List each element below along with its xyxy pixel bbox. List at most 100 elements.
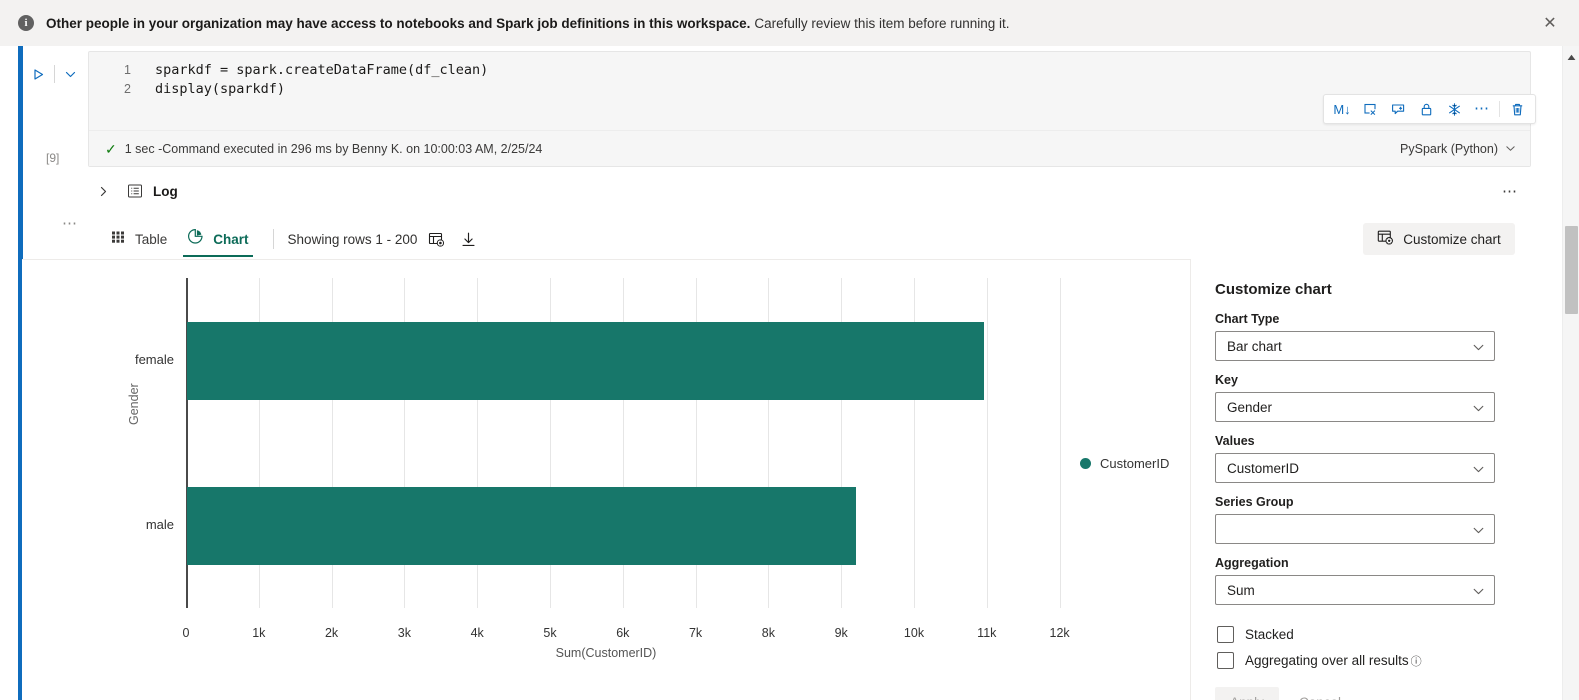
- inspect-table-icon[interactable]: [423, 227, 449, 251]
- output-tabs: Table Chart Showing rows 1 - 200: [100, 221, 481, 257]
- cell-toolbar: M↓ ⋯: [1323, 94, 1536, 124]
- values-select[interactable]: CustomerID: [1215, 453, 1495, 483]
- freeze-icon[interactable]: [1441, 97, 1467, 121]
- banner-primary-text: Other people in your organization may ha…: [46, 15, 751, 31]
- values-value: CustomerID: [1227, 460, 1300, 476]
- legend-color-swatch: [1080, 458, 1091, 469]
- kernel-selector[interactable]: PySpark (Python): [1400, 142, 1516, 156]
- x-axis-tick-label: 2k: [324, 626, 339, 640]
- x-axis-tick-label: 8k: [761, 626, 775, 640]
- y-axis-title: Gender: [127, 383, 141, 425]
- y-axis-tick-label: male: [145, 516, 174, 532]
- aggregating-all-checkbox-row[interactable]: Aggregating over all results ⓘ: [1217, 652, 1517, 669]
- values-label: Values: [1215, 434, 1255, 448]
- chart-type-label: Chart Type: [1215, 312, 1280, 326]
- convert-to-markdown-icon[interactable]: M↓: [1329, 97, 1355, 121]
- line-text: display(sparkdf): [155, 80, 286, 97]
- x-axis-tick-label: 3k: [397, 626, 411, 640]
- x-axis-tick-label: 12k: [1049, 626, 1070, 640]
- notebook-output-screen: i Other people in your organization may …: [0, 0, 1579, 700]
- success-check-icon: ✓: [105, 140, 117, 157]
- tab-chart[interactable]: Chart: [177, 221, 258, 257]
- tab-table[interactable]: Table: [100, 221, 177, 257]
- panel-actions: Apply Cancel: [1215, 687, 1517, 700]
- add-comment-icon[interactable]: [1385, 97, 1411, 121]
- x-axis-tick-label: 11k: [977, 626, 997, 640]
- download-icon[interactable]: [455, 227, 481, 251]
- x-axis-tick-label: 7k: [688, 626, 703, 640]
- x-axis-tick-label: 1k: [252, 626, 266, 640]
- tab-table-label: Table: [135, 231, 168, 247]
- tabs-divider: [272, 229, 274, 249]
- markdown-glyph: M↓: [1333, 101, 1351, 117]
- log-more-options-icon[interactable]: ⋯: [1498, 179, 1522, 203]
- customize-chart-icon: [1377, 229, 1394, 249]
- chart-bar[interactable]: [187, 321, 985, 400]
- apply-button[interactable]: Apply: [1215, 687, 1279, 700]
- stacked-checkbox-row[interactable]: Stacked: [1217, 626, 1517, 643]
- series-group-label: Series Group: [1215, 495, 1294, 509]
- customize-chart-panel: Customize chart Chart Type Bar chart Key…: [1190, 259, 1541, 700]
- gridline: [1059, 278, 1061, 608]
- aggregation-select[interactable]: Sum: [1215, 575, 1495, 605]
- code-editor[interactable]: 1 sparkdf = spark.createDataFrame(df_cle…: [88, 51, 1531, 167]
- vertical-scrollbar[interactable]: [1562, 46, 1579, 700]
- chart-bar[interactable]: [187, 486, 857, 565]
- panel-title: Customize chart: [1215, 281, 1332, 298]
- key-label: Key: [1215, 373, 1238, 387]
- line-text: sparkdf = spark.createDataFrame(df_clean…: [155, 61, 489, 78]
- key-select[interactable]: Gender: [1215, 392, 1495, 422]
- code-line: 2 display(sparkdf): [89, 79, 1530, 98]
- customize-chart-button[interactable]: Customize chart: [1363, 223, 1515, 255]
- ellipsis-glyph: ⋯: [1474, 100, 1490, 117]
- chevron-down-icon: [1472, 463, 1485, 479]
- cell-gutter: [26, 54, 88, 94]
- x-axis-tick-label: 9k: [834, 626, 848, 640]
- x-axis-title: Sum(CustomerID): [555, 646, 657, 660]
- cell-chevron-down-icon[interactable]: [61, 65, 79, 83]
- log-list-icon: [126, 182, 144, 200]
- toolbar-divider: [1499, 101, 1500, 117]
- bar-chart-plot: Gender Sum(CustomerID) 0 1k 2k 3k 4k 5k 6k 7k 8k…: [22, 260, 1190, 700]
- customize-chart-label: Customize chart: [1403, 231, 1501, 247]
- scrollbar-track[interactable]: [1563, 65, 1579, 226]
- scroll-up-arrow-icon[interactable]: [1563, 49, 1579, 65]
- scrollbar-thumb[interactable]: [1565, 226, 1578, 314]
- code-cell-region: [9] 1 sparkdf = spark.createDataFrame(df…: [0, 46, 1541, 700]
- more-options-icon[interactable]: ⋯: [1469, 97, 1495, 121]
- chart-legend: CustomerID: [1080, 456, 1169, 471]
- execution-count: [9]: [46, 151, 60, 165]
- close-icon[interactable]: ✕: [1535, 8, 1565, 38]
- line-number: 1: [124, 62, 131, 77]
- run-cell-button[interactable]: [26, 62, 50, 86]
- chart-type-select[interactable]: Bar chart: [1215, 331, 1495, 361]
- aggregating-all-checkbox[interactable]: [1217, 652, 1234, 669]
- chevron-down-icon: [1472, 524, 1485, 540]
- chevron-down-icon: [1472, 402, 1485, 418]
- aggregating-all-label: Aggregating over all results: [1245, 653, 1409, 668]
- log-chevron-right-icon[interactable]: [92, 180, 114, 202]
- info-circle-icon[interactable]: ⓘ: [1411, 653, 1422, 669]
- clear-output-icon[interactable]: [1357, 97, 1383, 121]
- execution-status-text: 1 sec -Command executed in 296 ms by Ben…: [124, 141, 543, 156]
- delete-icon[interactable]: [1504, 97, 1530, 121]
- banner-secondary-text: Carefully review this item before runnin…: [754, 15, 1010, 31]
- gridline: [986, 278, 988, 608]
- chevron-down-icon: [1472, 585, 1485, 601]
- key-value: Gender: [1227, 399, 1273, 415]
- line-number: 2: [124, 81, 131, 96]
- output-more-options-icon[interactable]: ⋯: [57, 211, 83, 235]
- info-icon: i: [18, 15, 34, 31]
- lock-icon[interactable]: [1413, 97, 1439, 121]
- chart-type-value: Bar chart: [1227, 338, 1282, 354]
- stacked-checkbox[interactable]: [1217, 626, 1234, 643]
- gutter-divider: [54, 65, 55, 83]
- series-group-select[interactable]: [1215, 514, 1495, 544]
- chevron-down-icon: [1506, 146, 1515, 151]
- y-axis-tick-label: female: [134, 351, 174, 367]
- log-section[interactable]: Log: [88, 177, 178, 205]
- log-label: Log: [153, 183, 178, 199]
- aggregation-value: Sum: [1227, 582, 1255, 598]
- code-line: 1 sparkdf = spark.createDataFrame(df_cle…: [89, 60, 1530, 79]
- cancel-button[interactable]: Cancel: [1285, 687, 1355, 700]
